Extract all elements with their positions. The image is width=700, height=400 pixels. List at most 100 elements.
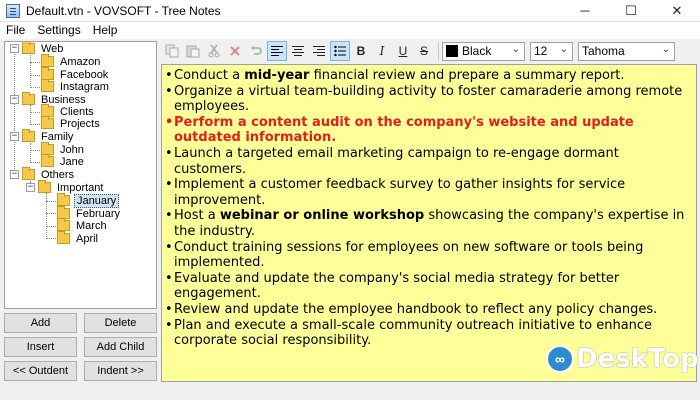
font-name-select[interactable]: Tahoma ⌄ <box>578 41 675 61</box>
insert-button[interactable]: Insert <box>4 337 77 357</box>
tree-node-projects[interactable]: Projects <box>41 116 102 130</box>
menu-settings[interactable]: Settings <box>31 22 86 39</box>
folder-icon <box>41 154 54 167</box>
maximize-button[interactable]: ☐ <box>608 0 654 22</box>
notes-tree[interactable]: − Web Amazon Facebook Instagram − Busine… <box>4 41 157 309</box>
folder-icon <box>22 42 35 54</box>
tree-connector <box>30 105 31 125</box>
list-item-highlighted: • Perform a content audit on the company… <box>165 114 634 146</box>
list-item: • Review and update the employee handboo… <box>165 301 658 317</box>
minimize-button[interactable]: ─ <box>562 0 608 22</box>
font-name-value: Tahoma <box>582 44 625 58</box>
tree-connector <box>46 238 56 239</box>
collapse-icon[interactable]: − <box>10 95 19 104</box>
list-item: • Conduct training sessions for employee… <box>165 239 644 271</box>
bullet-marker: • <box>165 208 173 224</box>
chevron-down-icon: ⌄ <box>661 43 670 55</box>
folder-icon <box>41 54 54 67</box>
font-size-select[interactable]: 12 ⌄ <box>530 41 573 61</box>
collapse-icon[interactable]: − <box>10 170 19 179</box>
bold-icon[interactable]: B <box>351 41 371 61</box>
bullet-marker: • <box>165 317 173 333</box>
add-child-button[interactable]: Add Child <box>84 337 157 357</box>
font-size-value: 12 <box>534 44 548 58</box>
chevron-down-icon: ⌄ <box>511 43 520 55</box>
menu-bar: File Settings Help <box>0 22 700 39</box>
list-item: • Conduct a mid-year financial review an… <box>165 68 625 83</box>
tree-connector <box>30 162 40 163</box>
bullet-marker: • <box>165 83 173 99</box>
color-swatch <box>446 45 458 57</box>
bullet-marker: • <box>165 145 173 161</box>
bullet-marker: • <box>165 177 173 193</box>
cut-icon[interactable] <box>204 41 224 61</box>
tree-connector <box>46 226 56 227</box>
tree-node-jane[interactable]: Jane <box>41 154 86 168</box>
menu-help[interactable]: Help <box>87 22 124 39</box>
collapse-icon[interactable]: − <box>10 132 19 141</box>
paste-icon[interactable] <box>183 41 203 61</box>
outdent-button[interactable]: << Outdent <box>4 361 77 381</box>
folder-icon <box>57 231 70 244</box>
color-select[interactable]: Black ⌄ <box>442 41 525 61</box>
folder-icon <box>38 180 51 193</box>
tree-connector <box>14 47 15 175</box>
copy-icon[interactable] <box>162 41 182 61</box>
selected-node-label: January <box>74 193 120 208</box>
format-toolbar: B I U S Black ⌄ 12 ⌄ Tahoma ⌄ <box>162 40 697 62</box>
bullet-list-icon[interactable] <box>330 41 350 61</box>
folder-icon <box>22 92 35 105</box>
list-item: • Implement a customer feedback survey t… <box>165 177 626 208</box>
folder-icon <box>57 218 70 231</box>
list-item: • Host a webinar or online workshop show… <box>165 208 685 239</box>
bullet-marker: • <box>165 239 173 255</box>
toolbar-separator <box>438 42 439 60</box>
close-button[interactable]: ✕ <box>654 0 700 22</box>
folder-icon <box>22 167 35 180</box>
tree-connector <box>30 87 40 88</box>
collapse-icon[interactable]: − <box>26 183 35 192</box>
watermark-logo-icon: ∞ <box>546 345 574 373</box>
list-item: • Launch a targeted email marketing camp… <box>165 145 619 177</box>
underline-icon[interactable]: U <box>393 41 413 61</box>
tree-connector <box>30 75 40 76</box>
tree-connector <box>30 62 40 63</box>
bullet-marker: • <box>165 114 174 130</box>
tree-connector <box>30 143 31 163</box>
folder-icon <box>57 193 70 206</box>
undo-icon[interactable] <box>246 41 266 61</box>
tree-connector <box>30 112 40 113</box>
menu-file[interactable]: File <box>0 22 31 39</box>
add-button[interactable]: Add <box>4 313 77 333</box>
tree-connector <box>30 55 31 88</box>
italic-icon[interactable]: I <box>372 41 392 61</box>
tree-node-january[interactable]: January <box>57 193 120 208</box>
tree-connector <box>46 193 47 239</box>
tree-node-amazon[interactable]: Amazon <box>41 54 102 68</box>
folder-icon <box>41 79 54 92</box>
align-right-icon[interactable] <box>309 41 329 61</box>
delete-icon[interactable] <box>225 41 245 61</box>
app-icon <box>6 3 20 18</box>
chevron-down-icon: ⌄ <box>559 43 568 55</box>
tree-connector <box>46 213 56 214</box>
watermark-text: DeskTop <box>576 344 699 374</box>
watermark: ∞ DeskTop <box>546 344 699 374</box>
folder-icon <box>41 116 54 129</box>
tree-connector <box>30 124 40 125</box>
delete-button[interactable]: Delete <box>84 313 157 333</box>
color-select-value: Black <box>462 44 492 58</box>
tree-node-important[interactable]: − Important <box>26 180 105 194</box>
tree-connector <box>30 150 40 151</box>
tree-node-april[interactable]: April <box>57 231 100 245</box>
note-editor[interactable]: • Conduct a mid-year financial review an… <box>161 64 697 382</box>
align-center-icon[interactable] <box>288 41 308 61</box>
strikethrough-icon[interactable]: S <box>414 41 434 61</box>
bullet-marker: • <box>165 270 173 286</box>
tree-node-web[interactable]: − Web <box>10 42 65 55</box>
collapse-icon[interactable]: − <box>10 44 19 53</box>
align-left-icon[interactable] <box>267 41 287 61</box>
indent-button[interactable]: Indent >> <box>84 361 157 381</box>
list-item: • Organize a virtual team-building activ… <box>165 83 683 115</box>
tree-node-instagram[interactable]: Instagram <box>41 79 111 93</box>
